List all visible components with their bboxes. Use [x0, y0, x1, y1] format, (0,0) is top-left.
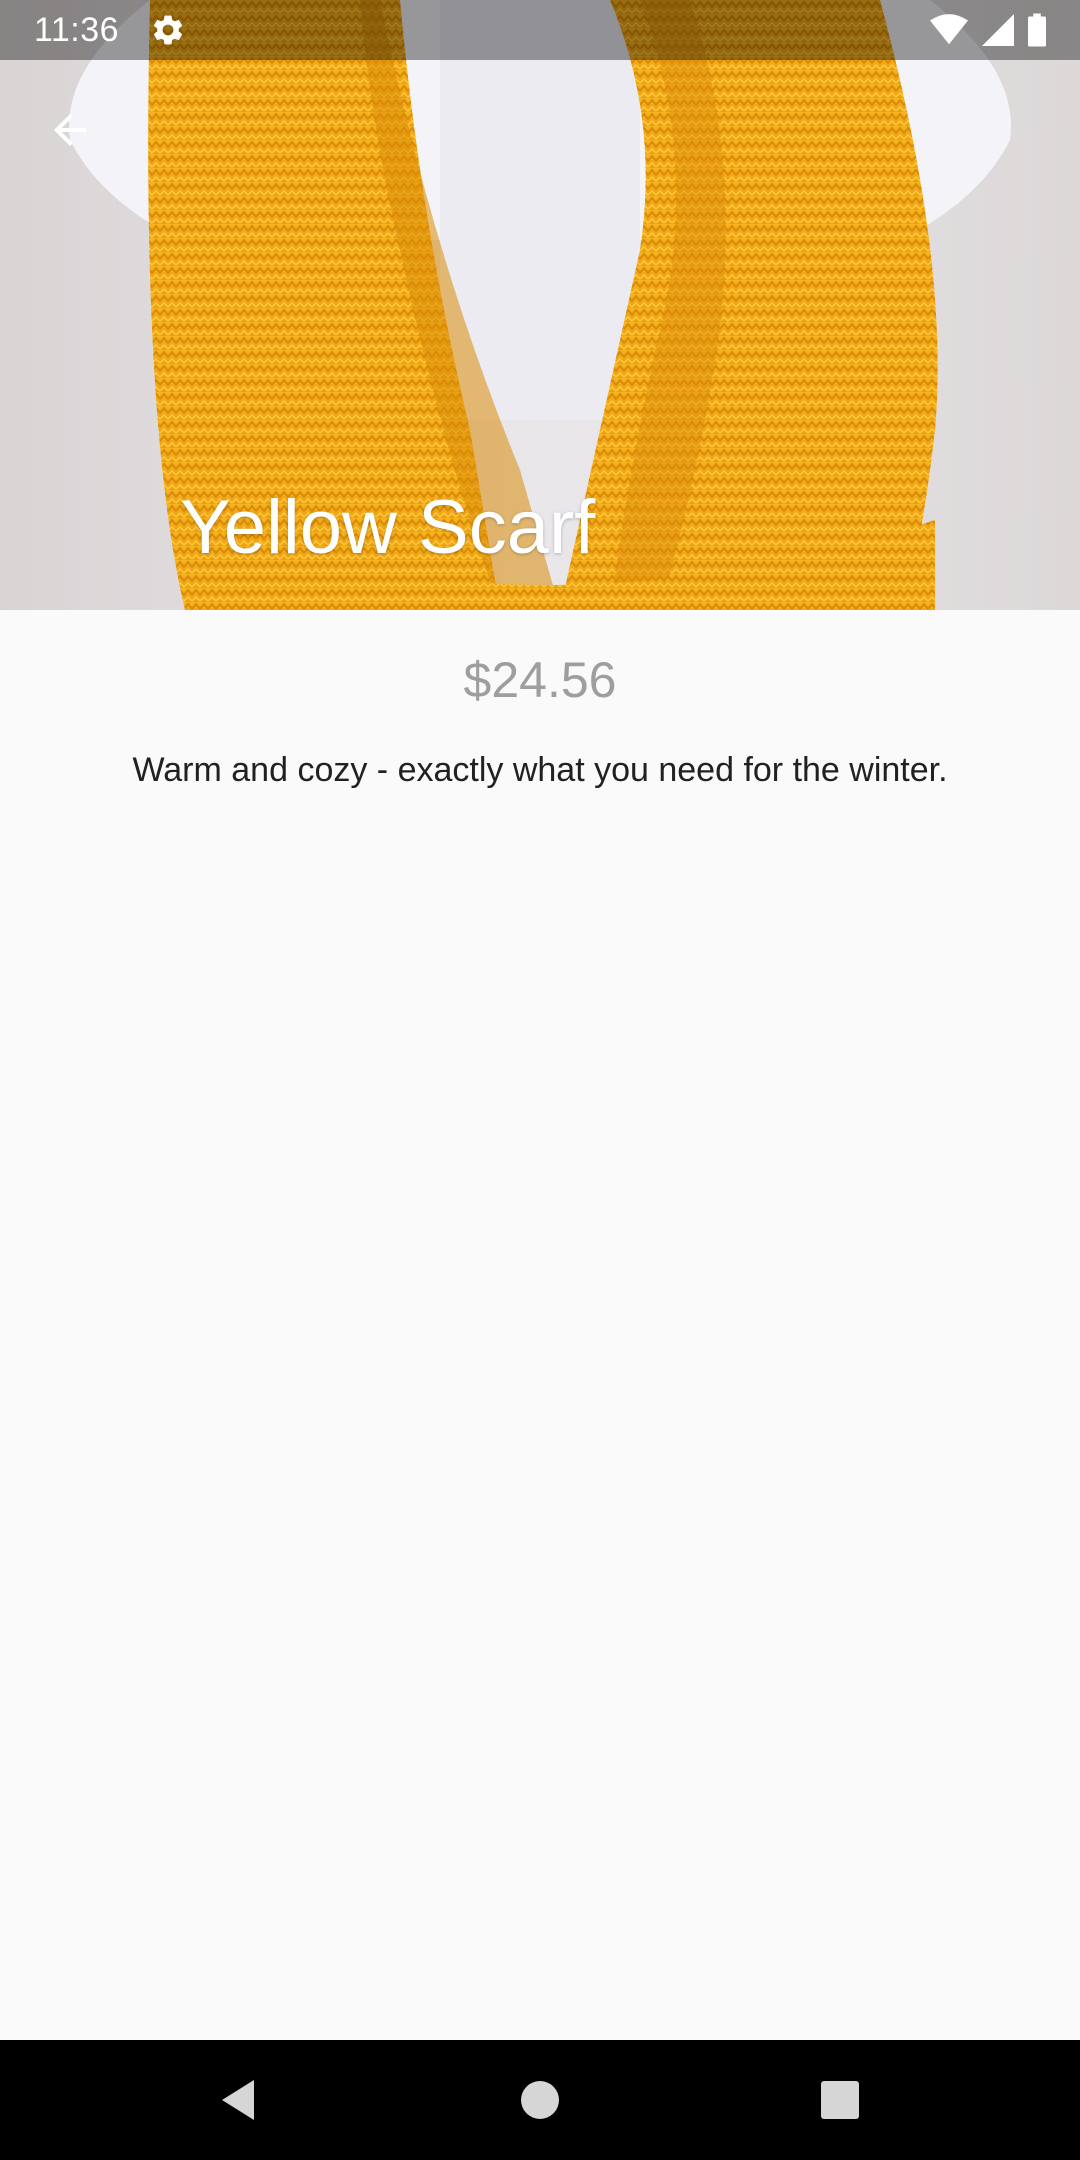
settings-gear-icon — [153, 15, 183, 45]
arrow-back-icon — [54, 114, 86, 146]
battery-icon — [1028, 13, 1046, 47]
nav-home-button[interactable] — [480, 2040, 600, 2160]
product-detail-screen: Yellow Scarf 11:36 $24.56 Warm and cozy … — [0, 0, 1080, 2160]
wifi-icon — [930, 14, 968, 45]
product-price: $24.56 — [463, 652, 617, 708]
nav-recents-icon — [821, 2081, 859, 2119]
back-button[interactable] — [30, 90, 110, 170]
nav-back-button[interactable] — [178, 2040, 298, 2160]
status-icons — [930, 12, 1046, 48]
nav-recents-button[interactable] — [780, 2040, 900, 2160]
product-title: Yellow Scarf — [180, 485, 596, 570]
system-navigation-bar — [0, 2040, 1080, 2160]
status-bar: 11:36 — [0, 0, 1080, 60]
cell-signal-icon — [982, 14, 1014, 46]
nav-home-icon — [521, 2081, 559, 2119]
product-hero: Yellow Scarf — [0, 0, 1080, 610]
nav-back-icon — [222, 2080, 254, 2120]
product-description: Warm and cozy - exactly what you need fo… — [132, 751, 948, 789]
status-time: 11:36 — [34, 11, 120, 49]
